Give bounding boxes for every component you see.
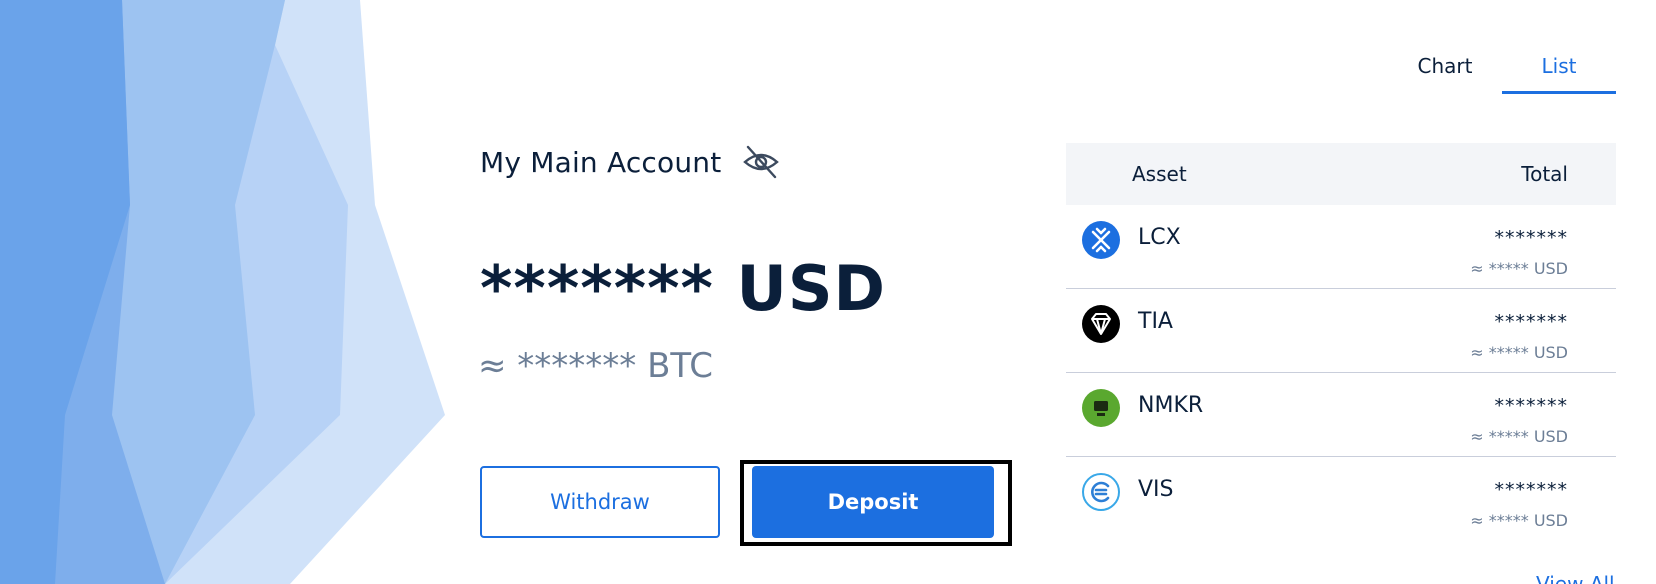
asset-quantity: ******* [1494, 479, 1568, 501]
decorative-background [0, 0, 445, 584]
eye-slash-icon[interactable] [741, 142, 781, 182]
asset-table: Asset Total LCX ******* ≈ ***** USD TIA … [1066, 143, 1616, 541]
asset-usd-value: ≈ ***** USD [1470, 427, 1568, 446]
table-header: Asset Total [1066, 143, 1616, 205]
asset-usd-value: ≈ ***** USD [1470, 343, 1568, 362]
asset-quantity: ******* [1494, 311, 1568, 333]
asset-usd-value: ≈ ***** USD [1470, 259, 1568, 278]
total-column-header: Total [1521, 162, 1568, 186]
withdraw-button[interactable]: Withdraw [480, 466, 720, 538]
asset-usd-value: ≈ ***** USD [1470, 511, 1568, 530]
account-title: My Main Account [480, 145, 722, 179]
vis-logo-icon [1082, 473, 1120, 511]
asset-symbol: VIS [1138, 477, 1174, 502]
asset-row-tia[interactable]: TIA ******* ≈ ***** USD [1066, 289, 1616, 373]
tab-list[interactable]: List [1502, 48, 1616, 94]
deposit-button[interactable]: Deposit [752, 466, 994, 538]
tab-chart[interactable]: Chart [1388, 48, 1502, 94]
asset-symbol: TIA [1138, 309, 1173, 334]
asset-row-lcx[interactable]: LCX ******* ≈ ***** USD [1066, 205, 1616, 289]
view-all-link[interactable]: View All [1536, 572, 1615, 584]
asset-quantity: ******* [1494, 227, 1568, 249]
asset-quantity: ******* [1494, 395, 1568, 417]
lcx-logo-icon [1082, 221, 1120, 259]
asset-column-header: Asset [1132, 162, 1187, 186]
balance-usd: ******* USD [480, 252, 887, 325]
asset-row-vis[interactable]: VIS ******* ≈ ***** USD [1066, 457, 1616, 541]
asset-symbol: LCX [1138, 225, 1181, 250]
view-tabs: Chart List [1388, 48, 1616, 94]
balance-btc: ≈ ******* BTC [478, 346, 713, 386]
asset-symbol: NMKR [1138, 393, 1204, 418]
nmkr-logo-icon [1082, 389, 1120, 427]
asset-row-nmkr[interactable]: NMKR ******* ≈ ***** USD [1066, 373, 1616, 457]
account-header: My Main Account [480, 142, 781, 182]
tia-logo-icon [1082, 305, 1120, 343]
